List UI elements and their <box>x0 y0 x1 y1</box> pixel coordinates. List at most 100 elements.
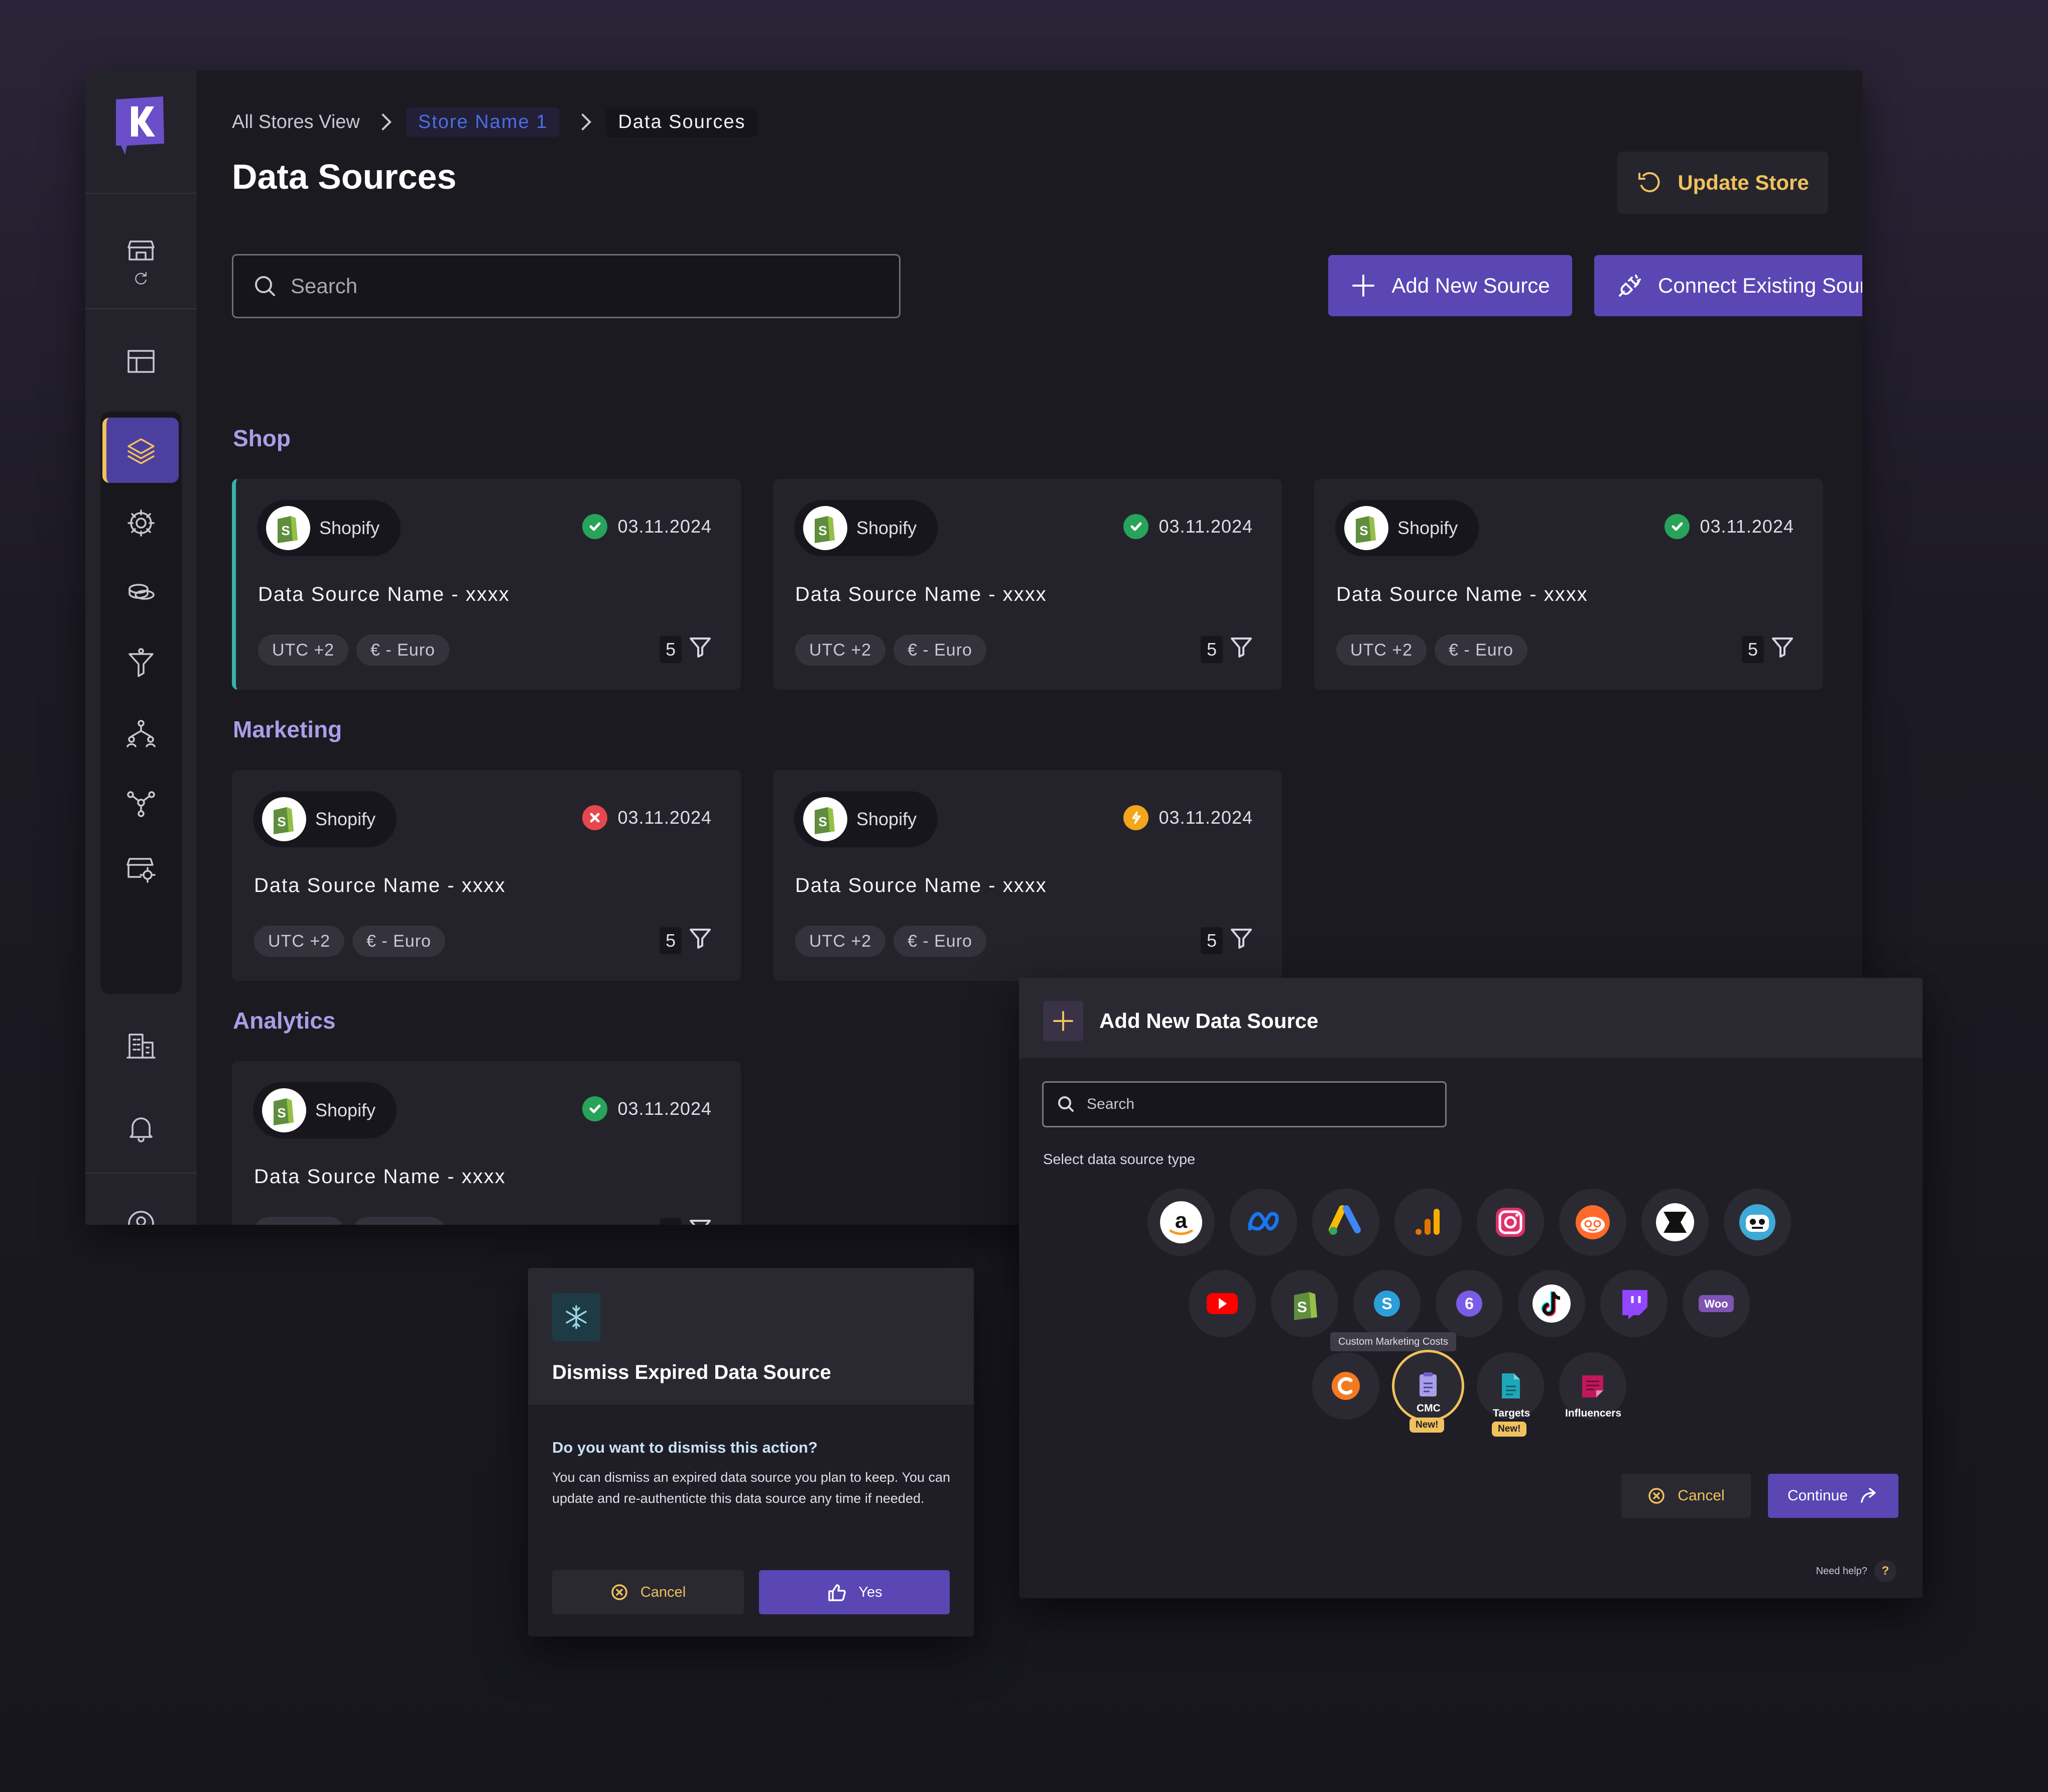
woo-text: Woo <box>1704 1298 1728 1310</box>
snowflake-icon <box>552 1293 600 1341</box>
timezone-tag: UTC +2 <box>795 634 886 666</box>
user-icon[interactable] <box>121 1204 161 1225</box>
section-analytics: Analytics <box>233 1007 336 1034</box>
shopify-logo-icon: S <box>262 1088 306 1132</box>
meta-icon[interactable] <box>1230 1189 1297 1256</box>
status-indicator: 03.11.2024 <box>582 1096 712 1121</box>
need-help[interactable]: Need help? ? <box>1816 1560 1896 1582</box>
filter-icon <box>1230 635 1253 663</box>
page-title: Data Sources <box>232 157 457 196</box>
sidebar-nav-group <box>100 412 182 994</box>
google-analytics-icon[interactable] <box>1394 1189 1462 1256</box>
status-indicator: 03.11.2024 <box>582 514 712 539</box>
update-store-button[interactable]: Update Store <box>1617 152 1828 214</box>
data-source-name: Data Source Name - xxxx <box>795 874 1047 897</box>
search-placeholder: Search <box>291 274 358 298</box>
data-source-card[interactable]: S Shopify 03.11.2024 Data Source Name - xxx… <box>1314 479 1823 690</box>
status-indicator: 03.11.2024 <box>1123 514 1253 539</box>
instagram-icon[interactable] <box>1477 1189 1544 1256</box>
six-icon[interactable]: 6 <box>1436 1270 1503 1337</box>
filter-count[interactable]: 5 <box>659 1218 712 1225</box>
svg-text:S: S <box>277 1105 286 1120</box>
app-logo[interactable] <box>114 95 167 156</box>
layers-icon[interactable] <box>121 431 161 471</box>
yes-button[interactable]: Yes <box>759 1570 950 1614</box>
shopify-logo-icon: S <box>803 797 847 841</box>
store-refresh-icon[interactable] <box>121 230 161 270</box>
filter-count[interactable]: 5 <box>1741 635 1794 663</box>
amazon-icon[interactable]: a <box>1147 1189 1215 1256</box>
network-icon[interactable] <box>121 783 161 823</box>
data-source-card[interactable]: S Shopify 03.11.2024 Data Source Name - xxx… <box>232 770 741 981</box>
shopify-icon[interactable]: S <box>1271 1270 1338 1337</box>
svg-text:S: S <box>281 523 290 538</box>
filter-count-value: 5 <box>1200 635 1223 663</box>
platform-pill: S Shopify <box>253 791 397 847</box>
status-indicator: 03.11.2024 <box>582 805 712 830</box>
dismiss-body: You can dismiss an expired data source y… <box>552 1470 951 1506</box>
shopify-logo-icon: S <box>803 506 847 550</box>
connect-existing-source-label: Connect Existing Source <box>1658 274 1862 297</box>
platform-pill: S Shopify <box>253 1082 397 1138</box>
breadcrumb-all-stores[interactable]: All Stores View <box>232 111 360 133</box>
continue-button[interactable]: Continue <box>1768 1474 1898 1518</box>
breadcrumb: All Stores View Store Name 1 Data Source… <box>232 104 758 140</box>
data-source-name: Data Source Name - xxxx <box>254 1166 506 1188</box>
google-ads-icon[interactable] <box>1312 1189 1379 1256</box>
status-indicator: 03.11.2024 <box>1123 805 1253 830</box>
data-source-name: Data Source Name - xxxx <box>795 583 1047 605</box>
s-icon[interactable]: S <box>1353 1270 1421 1337</box>
data-source-name: Data Source Name - xxxx <box>254 874 506 897</box>
platform-label: Shopify <box>1397 518 1458 538</box>
refresh-icon[interactable] <box>121 266 161 291</box>
dismiss-cancel-button[interactable]: Cancel <box>552 1570 744 1614</box>
data-source-card[interactable]: S Shopify 03.11.2024 Data Source Name - xxx… <box>232 479 741 690</box>
modal-search-input[interactable]: Search <box>1042 1081 1447 1127</box>
connect-existing-source-button[interactable]: Connect Existing Source <box>1594 255 1862 316</box>
store-settings-icon[interactable] <box>121 848 161 888</box>
tiktok-icon[interactable] <box>1518 1270 1585 1337</box>
currency-tag: € - Euro <box>356 634 449 666</box>
status-success-icon <box>582 1096 608 1121</box>
modal-cancel-button[interactable]: Cancel <box>1621 1474 1751 1518</box>
svg-text:S: S <box>277 814 286 829</box>
breadcrumb-current: Data Sources <box>606 107 758 137</box>
dismiss-modal: Dismiss Expired Data Source Do you want … <box>528 1268 974 1636</box>
thumbs-up-icon <box>828 1584 846 1601</box>
timezone-tag: UTC +2 <box>254 926 345 957</box>
data-source-name: Data Source Name - xxxx <box>258 583 510 605</box>
data-source-card[interactable]: S Shopify 03.11.2024 Data Source Name - xxx… <box>773 770 1282 981</box>
bot-icon[interactable] <box>1724 1189 1791 1256</box>
filter-icon <box>689 927 712 954</box>
search-input[interactable]: Search <box>232 254 901 318</box>
layout-icon[interactable] <box>121 341 161 381</box>
filter-icon <box>689 635 712 663</box>
platform-label: Shopify <box>856 809 917 829</box>
hierarchy-icon[interactable] <box>121 713 161 753</box>
youtube-icon[interactable] <box>1189 1270 1256 1337</box>
breadcrumb-store[interactable]: Store Name 1 <box>406 107 560 137</box>
filter-count[interactable]: 5 <box>659 927 712 954</box>
new-badge: New! <box>1410 1418 1445 1433</box>
add-new-source-button[interactable]: Add New Source <box>1328 255 1572 316</box>
coins-icon[interactable] <box>121 572 161 612</box>
yes-label: Yes <box>858 1584 882 1600</box>
filter-count[interactable]: 5 <box>1200 635 1253 663</box>
c-icon[interactable] <box>1312 1352 1379 1420</box>
plus-icon <box>1043 1001 1083 1041</box>
status-success-icon <box>1665 514 1690 539</box>
status-indicator: 03.11.2024 <box>1665 514 1794 539</box>
woo-icon[interactable]: Woo <box>1683 1270 1750 1337</box>
bell-icon[interactable] <box>121 1108 161 1148</box>
filter-count[interactable]: 5 <box>659 635 712 663</box>
reddit-icon[interactable] <box>1559 1189 1626 1256</box>
data-source-card[interactable]: S Shopify 03.11.2024 Data Source Name - xxx… <box>232 1061 741 1225</box>
klaviyo-icon[interactable] <box>1641 1189 1709 1256</box>
filter-count[interactable]: 5 <box>1200 927 1253 954</box>
settings-icon[interactable] <box>121 503 161 543</box>
data-source-card[interactable]: S Shopify 03.11.2024 Data Source Name - xxx… <box>773 479 1282 690</box>
funnel-icon[interactable] <box>121 643 161 683</box>
building-icon[interactable] <box>121 1025 161 1065</box>
twitch-icon[interactable] <box>1600 1270 1668 1337</box>
shopify-logo-icon: S <box>1344 506 1388 550</box>
